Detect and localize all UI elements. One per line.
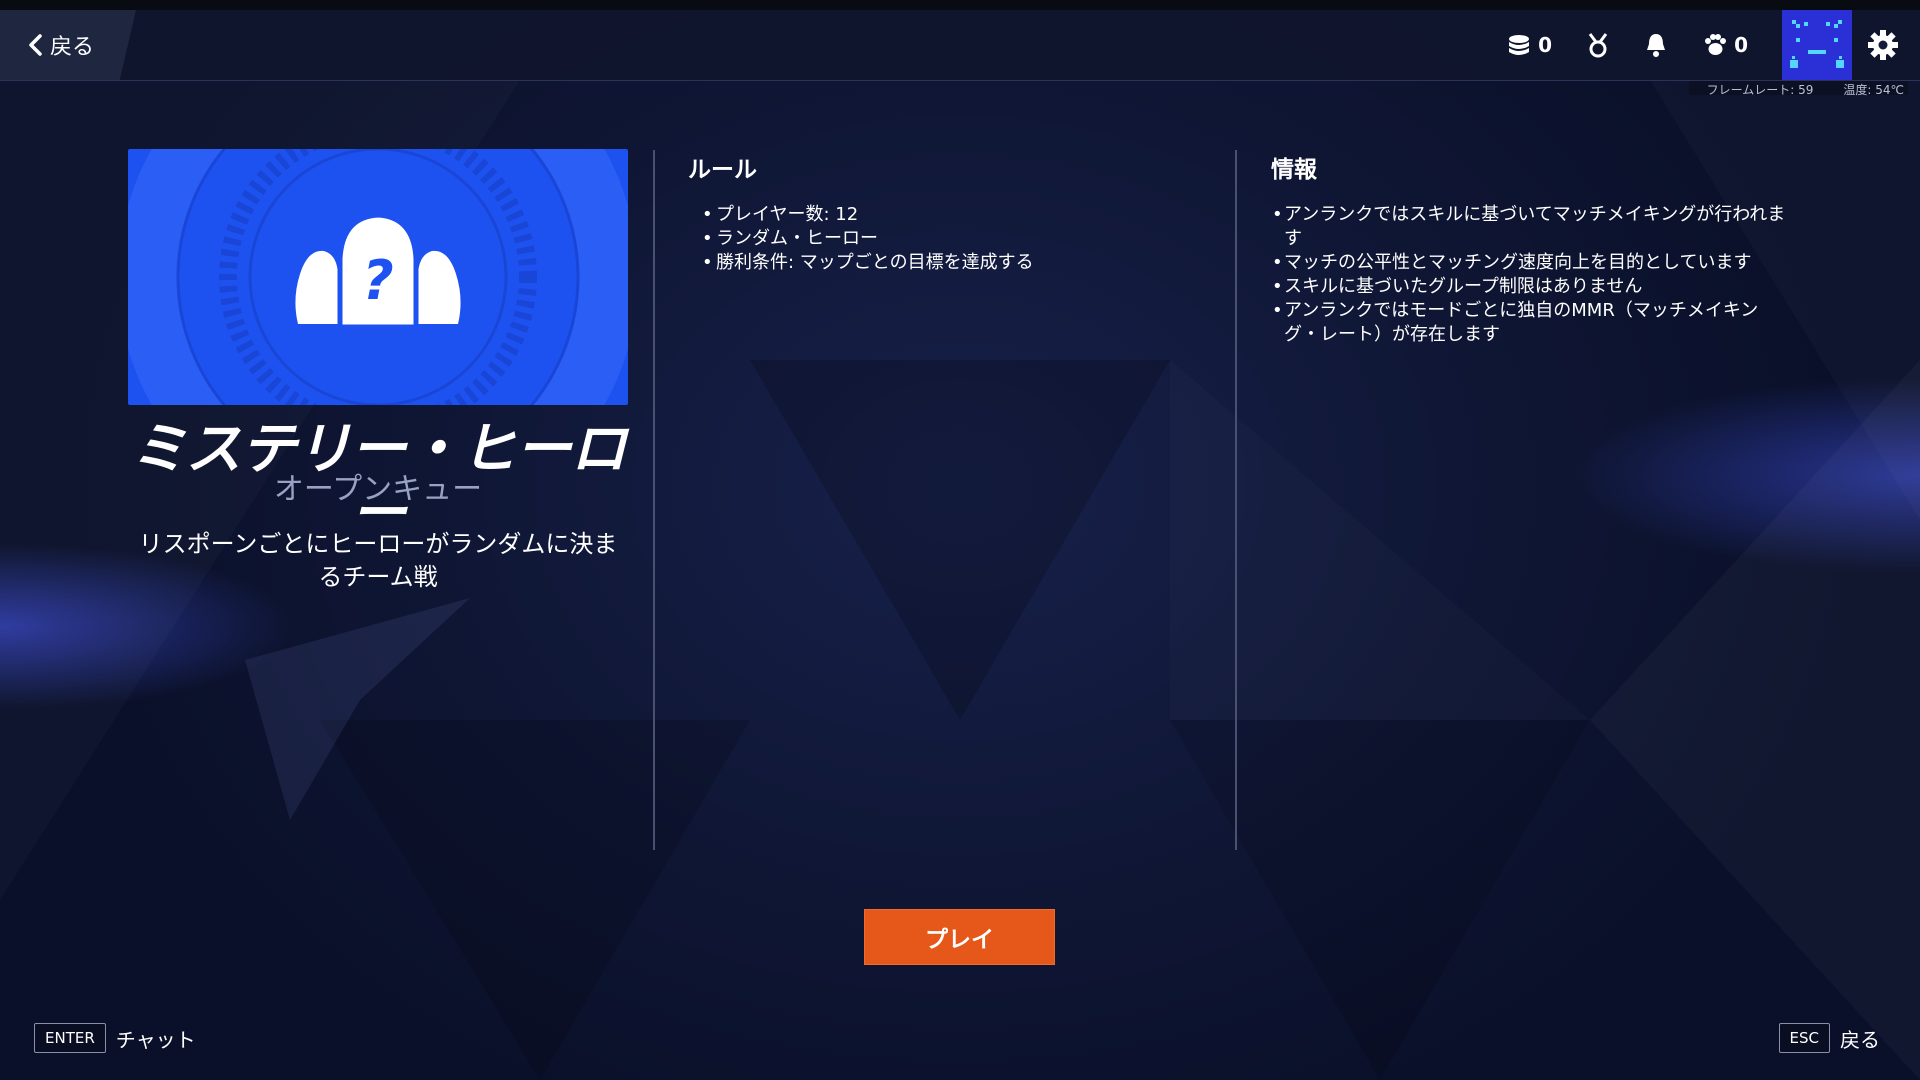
currency-count: 0 <box>1538 33 1553 57</box>
temperature-text: 温度: 54℃ <box>1843 83 1904 97</box>
gear-icon[interactable] <box>1866 28 1900 62</box>
rule-item: 勝利条件: マップごとの目標を達成する <box>700 251 1180 275</box>
play-button[interactable]: プレイ <box>864 909 1055 965</box>
avatar[interactable] <box>1782 10 1852 80</box>
framerate-text: フレームレート: 59 <box>1706 83 1814 97</box>
info-heading: 情報 <box>1271 157 1317 183</box>
info-item: アンランクではスキルに基づいてマッチメイキングが行われます <box>1272 203 1792 251</box>
chevron-left-icon <box>28 34 42 56</box>
esc-back-label: 戻る <box>1840 1027 1880 1052</box>
back-label: 戻る <box>50 35 95 60</box>
coin-stack-icon <box>1506 33 1532 57</box>
notifications-button[interactable] <box>1644 32 1668 58</box>
mode-subtitle: オープンキュー <box>273 472 483 507</box>
currency-button[interactable]: 0 <box>1506 33 1552 57</box>
performance-stats: フレームレート: 59 温度: 54℃ <box>1688 81 1908 97</box>
top-strip <box>0 0 1920 10</box>
back-button[interactable]: 戻る <box>28 28 94 62</box>
svg-text:?: ? <box>362 249 393 312</box>
friends-button[interactable]: 0 <box>1702 33 1748 57</box>
medal-button[interactable] <box>1586 32 1610 58</box>
paw-icon <box>1702 33 1728 57</box>
divider-right <box>1235 150 1237 850</box>
info-item: アンランクではモードごとに独自のMMR（マッチメイキング・レート）が存在します <box>1272 299 1792 347</box>
mode-description: リスポーンごとにヒーローがランダムに決まるチーム戦 <box>138 530 618 591</box>
esc-hint[interactable]: ESC 戻る <box>1778 1023 1880 1053</box>
info-list: アンランクではスキルに基づいてマッチメイキングが行われます マッチの公平性とマッ… <box>1272 203 1792 347</box>
info-item: マッチの公平性とマッチング速度向上を目的としています <box>1272 251 1792 275</box>
info-item: スキルに基づいたグループ制限はありません <box>1272 275 1792 299</box>
divider-left <box>653 150 655 850</box>
top-right-toolbar: 0 0 <box>1506 10 1920 80</box>
mode-card: ? <box>128 149 628 405</box>
rule-item: ランダム・ヒーロー <box>700 227 1180 251</box>
chat-hint[interactable]: ENTER チャット <box>34 1023 196 1053</box>
rules-heading: ルール <box>688 157 757 183</box>
bell-icon <box>1644 32 1668 58</box>
medal-icon <box>1586 32 1610 58</box>
mystery-heroes-icon: ? <box>295 212 461 330</box>
rules-list: プレイヤー数: 12 ランダム・ヒーロー 勝利条件: マップごとの目標を達成する <box>700 203 1180 275</box>
rule-item: プレイヤー数: 12 <box>700 203 1180 227</box>
esc-key: ESC <box>1778 1023 1830 1053</box>
friends-count: 0 <box>1734 33 1748 57</box>
enter-key: ENTER <box>34 1023 106 1053</box>
chat-label: チャット <box>115 1027 196 1052</box>
